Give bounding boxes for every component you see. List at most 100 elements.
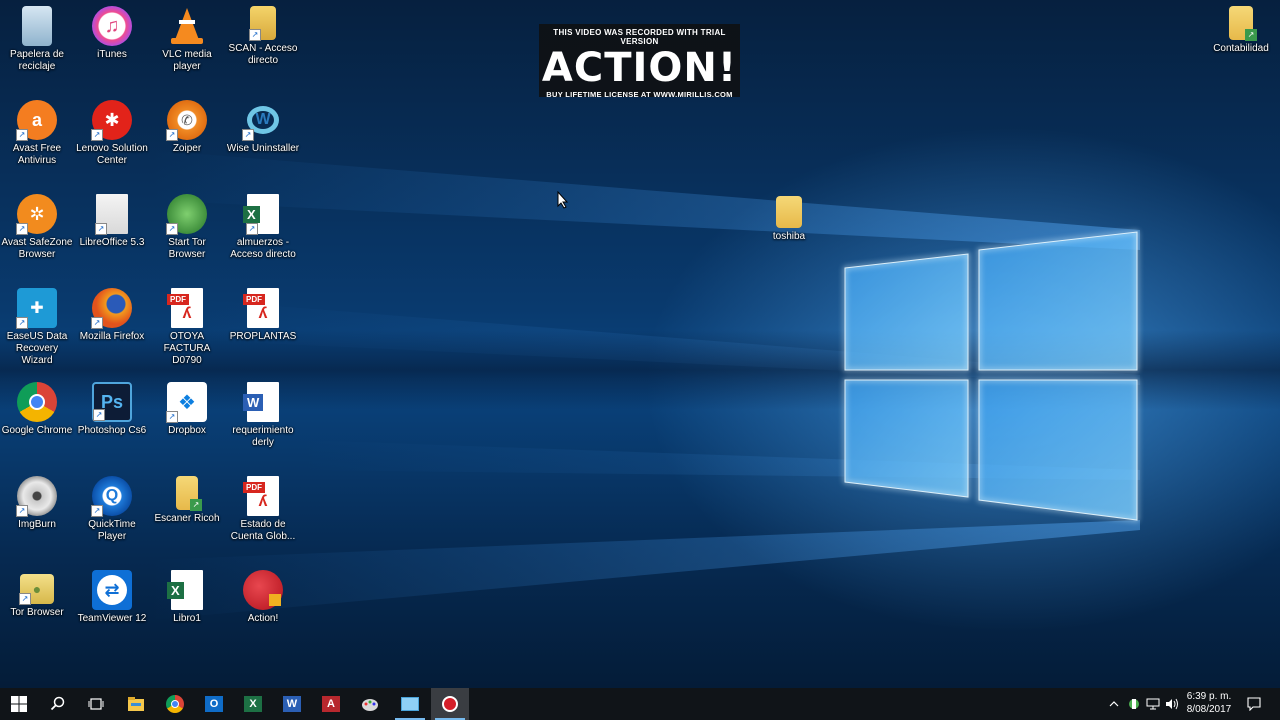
desktop-icon-label: Libro1 — [173, 613, 201, 624]
desktop-icon-teamviewer[interactable]: ⇄ TeamViewer 12 — [75, 564, 149, 625]
desktop-icon-libro1[interactable]: X Libro1 — [150, 564, 224, 625]
desktop-icon-zoiper[interactable]: ✆ ↗ Zoiper — [150, 94, 224, 155]
notification-icon — [1247, 697, 1261, 711]
action-recorder-icon — [442, 696, 458, 712]
access-icon: A — [322, 696, 340, 712]
desktop-icon-label: QuickTime Player — [88, 519, 136, 542]
taskbar-remote-app[interactable] — [391, 688, 429, 720]
desktop-icon-label: Wise Uninstaller — [226, 143, 300, 154]
desktop-icon-label: toshiba — [772, 231, 806, 242]
word-icon: W — [283, 696, 301, 712]
taskbar-file-explorer[interactable] — [117, 688, 155, 720]
taskbar-outlook[interactable]: O — [195, 688, 233, 720]
taskbar-paint[interactable] — [351, 688, 389, 720]
mouse-pointer-icon — [557, 191, 569, 209]
desktop-icon-imgburn[interactable]: ↗ ImgBurn — [0, 470, 74, 531]
action-trial-watermark: THIS VIDEO WAS RECORDED WITH TRIAL VERSI… — [539, 24, 740, 99]
watermark-logo-text: ACTION! — [541, 45, 738, 91]
desktop[interactable]: THIS VIDEO WAS RECORDED WITH TRIAL VERSI… — [0, 0, 1280, 688]
desktop-icon-tor-browser[interactable]: ● ↗ Tor Browser — [0, 564, 74, 619]
desktop-icon-contabilidad[interactable]: ↗ Contabilidad — [1204, 0, 1278, 55]
watermark-bottom-text: BUY LIFETIME LICENSE AT WWW.MIRILLIS.COM — [546, 90, 733, 99]
desktop-icon-itunes[interactable]: ♫ iTunes — [75, 0, 149, 61]
show-hidden-icons-button[interactable] — [1106, 688, 1122, 720]
window-app-icon — [401, 697, 419, 711]
desktop-icon-label: Start Tor Browser — [168, 237, 206, 260]
task-view-icon — [88, 698, 104, 710]
desktop-icon-requerimiento[interactable]: W requerimiento derly — [226, 376, 300, 449]
tray-app-icon — [1129, 699, 1139, 709]
quicktime-icon: Q ↗ — [91, 476, 132, 517]
network-icon — [1146, 698, 1160, 710]
taskbar-action-recorder[interactable] — [431, 688, 469, 720]
desktop-icon-chrome[interactable]: Google Chrome — [0, 376, 74, 437]
scan-shortcut-icon: ↗ — [249, 6, 276, 41]
libreoffice-icon: ↗ — [95, 194, 128, 235]
desktop-icon-label: Mozilla Firefox — [79, 331, 145, 342]
desktop-icon-start-tor[interactable]: ↗ Start Tor Browser — [150, 188, 224, 261]
tray-app[interactable] — [1125, 688, 1143, 720]
wise-uninstaller-icon: W ↗ — [242, 100, 283, 141]
excel-icon: X — [244, 696, 262, 712]
desktop-icon-label: ImgBurn — [18, 519, 56, 530]
desktop-icon-dropbox[interactable]: ❖ ↗ Dropbox — [150, 376, 224, 437]
windows-start-icon — [11, 696, 27, 712]
desktop-icon-proplantas[interactable]: PDF ʎ PROPLANTAS — [226, 282, 300, 343]
desktop-icon-papelera[interactable]: Papelera de reciclaje — [0, 0, 74, 73]
pdf-file-icon: PDF ʎ — [243, 288, 279, 328]
desktop-icon-vlc[interactable]: VLC media player — [150, 0, 224, 73]
paint-icon — [362, 699, 378, 711]
desktop-icon-quicktime[interactable]: Q ↗ QuickTime Player — [75, 470, 149, 543]
network-button[interactable] — [1144, 688, 1162, 720]
desktop-icon-label: Avast SafeZone Browser — [1, 237, 73, 260]
word-file-icon: W — [243, 382, 279, 422]
desktop-icon-toshiba[interactable]: toshiba — [752, 188, 826, 243]
desktop-icon-label: Escaner Ricoh — [154, 513, 220, 524]
tor-globe-icon: ↗ — [166, 194, 207, 235]
desktop-icon-label: SCAN - Acceso directo — [228, 43, 298, 66]
desktop-icon-label: Zoiper — [172, 143, 202, 154]
desktop-icon-label: LibreOffice 5.3 — [79, 237, 145, 248]
clock-date: 8/08/2017 — [1186, 704, 1232, 715]
desktop-icon-label: EaseUS Data Recovery Wizard — [6, 331, 68, 366]
desktop-icon-label: Photoshop Cs6 — [77, 425, 147, 436]
start-button[interactable] — [0, 688, 38, 720]
desktop-icon-otoya[interactable]: PDF ʎ OTOYA FACTURA D0790 — [150, 282, 224, 367]
desktop-icon-easeus[interactable]: ✚ ↗ EaseUS Data Recovery Wizard — [0, 282, 74, 367]
firefox-icon: ↗ — [91, 288, 132, 329]
lenovo-solution-center-icon: ✱ ↗ — [91, 100, 132, 141]
desktop-icon-label: Lenovo Solution Center — [76, 143, 148, 166]
chrome-icon — [166, 695, 184, 713]
desktop-icon-avast[interactable]: a ↗ Avast Free Antivirus — [0, 94, 74, 167]
desktop-icon-label: Dropbox — [168, 425, 206, 436]
avast-icon: a ↗ — [16, 100, 57, 141]
desktop-icon-label: Avast Free Antivirus — [12, 143, 62, 166]
desktop-icon-firefox[interactable]: ↗ Mozilla Firefox — [75, 282, 149, 343]
search-button[interactable] — [39, 688, 77, 720]
taskbar-excel[interactable]: X — [234, 688, 272, 720]
teamviewer-icon: ⇄ — [92, 570, 132, 610]
recycle-bin-icon — [22, 6, 52, 46]
excel-shortcut-icon: X ↗ — [243, 194, 279, 235]
taskbar-word[interactable]: W — [273, 688, 311, 720]
desktop-icon-photoshop[interactable]: Ps ↗ Photoshop Cs6 — [75, 376, 149, 437]
volume-icon — [1166, 698, 1178, 710]
taskbar-clock[interactable]: 6:39 p. m. 8/08/2017 — [1178, 690, 1240, 716]
desktop-icon-lenovo[interactable]: ✱ ↗ Lenovo Solution Center — [75, 94, 149, 167]
desktop-icon-libreoffice[interactable]: ↗ LibreOffice 5.3 — [75, 188, 149, 249]
desktop-icon-almuerzos[interactable]: X ↗ almuerzos - Acceso directo — [226, 188, 300, 261]
action-recorder-icon — [243, 570, 283, 610]
desktop-icon-avast-safezone[interactable]: ✲ ↗ Avast SafeZone Browser — [0, 188, 74, 261]
desktop-icon-estado[interactable]: PDF ʎ Estado de Cuenta Glob... — [226, 470, 300, 543]
desktop-icon-escaner[interactable]: ↗ Escaner Ricoh — [150, 470, 224, 525]
action-center-button[interactable] — [1242, 688, 1266, 720]
desktop-icon-wise[interactable]: W ↗ Wise Uninstaller — [226, 94, 300, 155]
taskbar-chrome[interactable] — [156, 688, 194, 720]
desktop-icon-label: Tor Browser — [10, 607, 64, 618]
desktop-icon-scan[interactable]: ↗ SCAN - Acceso directo — [226, 0, 300, 67]
task-view-button[interactable] — [77, 688, 115, 720]
taskbar-access[interactable]: A — [312, 688, 350, 720]
desktop-icon-action[interactable]: Action! — [226, 564, 300, 625]
pdf-file-icon: PDF ʎ — [167, 288, 203, 328]
taskbar: O X W A 6:39 p. m. 8/08/2017 — [0, 688, 1280, 720]
